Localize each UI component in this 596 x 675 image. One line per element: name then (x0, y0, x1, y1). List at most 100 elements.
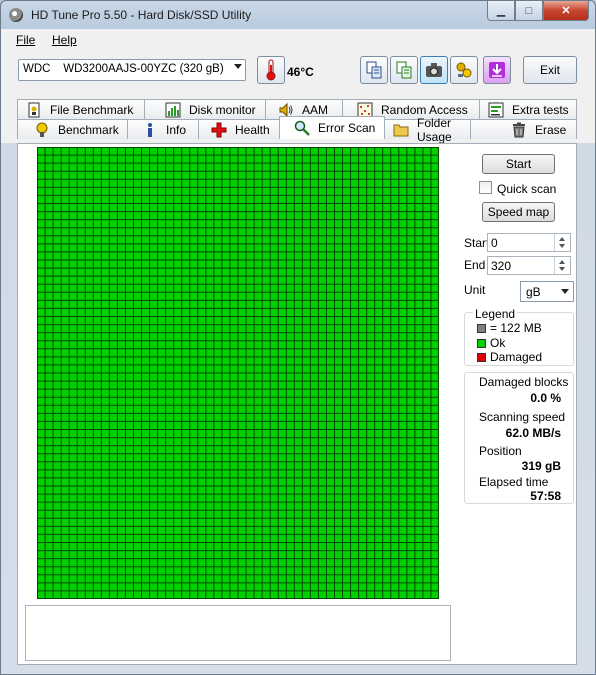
title-bar[interactable]: HD Tune Pro 5.50 - Hard Disk/SSD Utility… (1, 1, 595, 29)
start-scan-button-label: Start (505, 157, 532, 171)
start-label: Start (464, 236, 490, 250)
tab-aam-label: AAM (302, 102, 329, 117)
tab-folder-usage-label: Folder Usage (417, 115, 452, 144)
start-position-input[interactable]: 0 (487, 233, 571, 252)
error-scan-panel: Start Quick scan Speed map Start 0 End 3… (17, 143, 577, 665)
hdtune-app-icon (9, 8, 23, 22)
tab-disk-monitor[interactable]: Disk monitor (144, 99, 266, 119)
minimize-button[interactable]: ▁ (487, 1, 515, 21)
scan-grid (37, 147, 439, 599)
app-window: HD Tune Pro 5.50 - Hard Disk/SSD Utility… (0, 0, 596, 675)
end-position-spinner[interactable] (554, 257, 570, 274)
screenshot-button[interactable] (420, 56, 448, 84)
download-arrow-icon (489, 62, 505, 78)
quick-scan-checkbox[interactable] (479, 181, 492, 194)
tab-error-scan-label: Error Scan (318, 121, 376, 135)
maximize-button[interactable]: □ (515, 1, 543, 21)
speed-map-button[interactable]: Speed map (482, 202, 555, 222)
window-title: HD Tune Pro 5.50 - Hard Disk/SSD Utility (31, 8, 252, 22)
position-label: Position (479, 444, 522, 458)
close-icon: ✕ (561, 5, 571, 17)
unit-label: Unit (464, 283, 486, 297)
tab-health-label: Health (235, 122, 270, 137)
tab-erase-label: Erase (535, 122, 567, 137)
end-label: End (464, 258, 486, 272)
tab-info[interactable]: Info (127, 119, 199, 139)
damaged-blocks-value: 0.0 % (530, 391, 561, 405)
menu-help[interactable]: Help (52, 33, 77, 47)
drive-select[interactable]: WDC WD3200AAJS-00YZC (320 gB) (18, 59, 246, 81)
health-icon (211, 122, 227, 138)
tab-info-label: Info (166, 122, 187, 137)
download-button[interactable] (483, 56, 511, 84)
menu-file[interactable]: File (16, 33, 35, 47)
drive-select-value: WDC WD3200AAJS-00YZC (320 gB) (23, 63, 224, 75)
tab-benchmark-label: Benchmark (58, 122, 119, 137)
disk-monitor-icon (165, 102, 181, 118)
tab-extra-tests-label: Extra tests (512, 102, 569, 117)
scanning-speed-label: Scanning speed (479, 410, 566, 424)
tab-error-scan[interactable]: Error Scan (279, 116, 385, 139)
caption-buttons: ▁ □ ✕ (487, 1, 589, 21)
menu-bar: File Help (1, 29, 595, 51)
spin-down-icon (559, 267, 565, 271)
unit-select-value: gB (526, 285, 541, 299)
thermometer-icon (266, 59, 276, 81)
options-button[interactable] (450, 56, 478, 84)
tab-extra-tests[interactable]: Extra tests (479, 99, 577, 119)
end-position-value: 320 (491, 259, 512, 273)
legend-item-ok-label: Ok (490, 336, 506, 350)
spin-up-icon (559, 237, 565, 241)
end-position-input[interactable]: 320 (487, 256, 571, 275)
legend-gray-swatch (477, 324, 486, 334)
exit-button[interactable]: Exit (523, 56, 577, 84)
scan-block-map (37, 147, 439, 599)
toolbar: WDC WD3200AAJS-00YZC (320 gB) 46°C Exit (1, 51, 595, 93)
scanning-speed-value: 62.0 MB/s (505, 426, 561, 440)
folder-icon (393, 122, 409, 138)
minimize-icon: ▁ (496, 5, 506, 17)
tab-strip: File Benchmark Disk monitor AAM Random A… (1, 93, 595, 144)
stats-group: Damaged blocks 0.0 % Scanning speed 62.0… (464, 372, 574, 504)
spin-up-icon (559, 260, 565, 264)
tab-erase[interactable]: Erase (470, 119, 577, 139)
temperature-button[interactable] (257, 56, 285, 84)
legend-title: Legend (473, 307, 518, 321)
temperature-value: 46 (287, 65, 301, 79)
temperature-unit: °C (300, 65, 314, 79)
start-position-spinner[interactable] (554, 234, 570, 251)
temperature-readout: 46°C (287, 65, 314, 79)
elapsed-time-label: Elapsed time (479, 475, 549, 489)
legend-item-ok: Ok (477, 336, 505, 350)
file-benchmark-icon (26, 102, 42, 118)
legend-item-damaged: Damaged (477, 350, 542, 364)
chevron-down-icon (561, 289, 569, 294)
menu-file-label: File (16, 33, 36, 47)
start-scan-button[interactable]: Start (482, 154, 555, 174)
copy-all-button[interactable] (390, 56, 418, 84)
benchmark-icon (34, 122, 50, 138)
tab-folder-usage[interactable]: Folder Usage (384, 116, 471, 144)
position-value: 319 gB (521, 459, 561, 473)
extra-tests-icon (488, 102, 504, 118)
options-tools-icon (456, 62, 472, 78)
tab-file-benchmark[interactable]: File Benchmark (17, 99, 145, 119)
legend-item-block-size: = 122 MB (477, 321, 542, 335)
copy-all-icon (396, 61, 412, 79)
magnifier-icon (294, 120, 310, 136)
legend-green-swatch (477, 339, 486, 349)
maximize-icon: □ (525, 4, 533, 17)
legend-item-block-size-label: = 122 MB (490, 321, 542, 335)
unit-select[interactable]: gB (520, 281, 574, 302)
scan-log-area[interactable] (25, 605, 451, 661)
chevron-down-icon (234, 64, 242, 69)
legend-group: Legend = 122 MB Ok Damaged (464, 307, 574, 366)
speed-map-button-label: Speed map (487, 205, 550, 219)
spin-down-icon (559, 244, 565, 248)
tab-disk-monitor-label: Disk monitor (189, 102, 256, 117)
close-button[interactable]: ✕ (543, 1, 589, 21)
tab-benchmark[interactable]: Benchmark (17, 119, 128, 139)
camera-icon (426, 63, 442, 77)
copy-info-button[interactable] (360, 56, 388, 84)
tab-health[interactable]: Health (198, 119, 280, 139)
